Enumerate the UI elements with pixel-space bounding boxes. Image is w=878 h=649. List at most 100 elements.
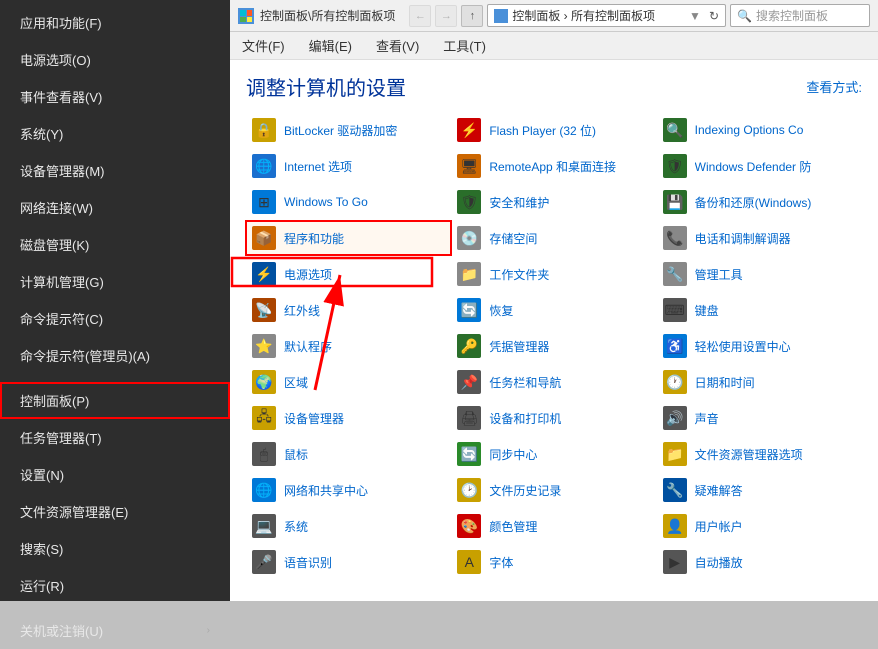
- menu-item-system[interactable]: 系统(Y): [0, 115, 230, 152]
- view-mode[interactable]: 查看方式:: [806, 77, 862, 96]
- user-label: 用户帐户: [695, 518, 743, 535]
- grid-item-datetime[interactable]: 🕐日期和时间: [657, 365, 862, 399]
- grid-item-speech[interactable]: 🎤语音识别: [246, 545, 451, 579]
- grid-item-workfiles[interactable]: 📁 工作文件夹: [451, 257, 656, 291]
- breadcrumb-icon: [494, 9, 508, 23]
- grid-item-region[interactable]: 🌍区域: [246, 365, 451, 399]
- menu-item-label: 计算机管理(G): [20, 272, 104, 291]
- menu-item-apps[interactable]: 应用和功能(F): [0, 4, 230, 41]
- grid-item-network2[interactable]: 🌐网络和共享中心: [246, 473, 451, 507]
- grid-item-programs[interactable]: 📦程序和功能: [246, 221, 451, 255]
- menu-item-compmgr[interactable]: 计算机管理(G): [0, 263, 230, 300]
- grid-item-bitlocker[interactable]: 🔒BitLocker 驱动器加密: [246, 113, 451, 147]
- internet-label: Internet 选项: [284, 158, 352, 175]
- grid-item-fileres[interactable]: 📁文件资源管理器选项: [657, 437, 862, 471]
- remoteapp-label: RemoteApp 和桌面连接: [489, 158, 616, 175]
- datetime-label: 日期和时间: [695, 374, 755, 391]
- forward-button[interactable]: →: [435, 5, 457, 27]
- items-grid: 🔒BitLocker 驱动器加密⚡Flash Player (32 位) 🔍 Ind…: [246, 113, 862, 579]
- menu-item-diskmgr[interactable]: 磁盘管理(K): [0, 226, 230, 263]
- grid-item-user[interactable]: 👤用户帐户: [657, 509, 862, 543]
- windefend-label: Windows Defender 防: [695, 158, 812, 175]
- grid-item-backup[interactable]: 💾备份和还原(Windows): [657, 185, 862, 219]
- ease-icon: ♿: [663, 334, 687, 358]
- grid-item-windefend[interactable]: 🛡 Windows Defender 防: [657, 149, 862, 183]
- menu-item-event[interactable]: 事件查看器(V): [0, 78, 230, 115]
- grid-item-filehist[interactable]: 🕑文件历史记录: [451, 473, 656, 507]
- menubar-item-tools[interactable]: 工具(T): [439, 34, 490, 57]
- network2-label: 网络和共享中心: [284, 482, 368, 499]
- sync-icon: 🔄: [457, 442, 481, 466]
- indexing-icon: 🔍: [663, 118, 687, 142]
- search-bar[interactable]: 🔍 搜索控制面板: [730, 4, 870, 27]
- grid-item-autoplay[interactable]: ▶自动播放: [657, 545, 862, 579]
- menubar-item-edit[interactable]: 编辑(E): [305, 34, 356, 57]
- menu-item-network[interactable]: 网络连接(W): [0, 189, 230, 226]
- grid-item-trouble[interactable]: 🔧疑难解答: [657, 473, 862, 507]
- flash-label: Flash Player (32 位): [489, 122, 596, 139]
- grid-item-font[interactable]: A字体: [451, 545, 656, 579]
- menubar-item-view[interactable]: 查看(V): [372, 34, 423, 57]
- menu-item-power[interactable]: 电源选项(O): [0, 41, 230, 78]
- menu-item-explorer[interactable]: 文件资源管理器(E): [0, 493, 230, 530]
- devmgr2-label: 设备管理器: [284, 410, 344, 427]
- recover-icon: 🔄: [457, 298, 481, 322]
- grid-item-cred[interactable]: 🔑凭据管理器: [451, 329, 656, 363]
- grid-item-infrared[interactable]: 📡红外线: [246, 293, 451, 327]
- grid-item-internet[interactable]: 🌐Internet 选项: [246, 149, 451, 183]
- grid-item-phone[interactable]: 📞电话和调制解调器: [657, 221, 862, 255]
- grid-item-system2[interactable]: 💻系统: [246, 509, 451, 543]
- grid-item-poweropts[interactable]: ⚡电源选项: [246, 257, 451, 291]
- refresh-icon[interactable]: ↻: [709, 9, 719, 23]
- grid-item-taskbarnav[interactable]: 📌任务栏和导航: [451, 365, 656, 399]
- menu-item-control[interactable]: 控制面板(P): [0, 382, 230, 419]
- grid-item-sync[interactable]: 🔄同步中心: [451, 437, 656, 471]
- indexing-label: Indexing Options Co: [695, 123, 804, 137]
- region-icon: 🌍: [252, 370, 276, 394]
- workfiles-label: 工作文件夹: [489, 266, 549, 283]
- grid-item-default[interactable]: ⭐默认程序: [246, 329, 451, 363]
- grid-item-color[interactable]: 🎨颜色管理: [451, 509, 656, 543]
- breadcrumb-bar[interactable]: 控制面板 › 所有控制面板项 ▼ ↻: [487, 4, 726, 27]
- grid-item-keyboard[interactable]: ⌨键盘: [657, 293, 862, 327]
- grid-item-flash[interactable]: ⚡Flash Player (32 位): [451, 113, 656, 147]
- backup-icon: 💾: [663, 190, 687, 214]
- workfiles-icon: 📁: [457, 262, 481, 286]
- grid-item-ease[interactable]: ♿ 轻松使用设置中心: [657, 329, 862, 363]
- grid-item-sound[interactable]: 🔊声音: [657, 401, 862, 435]
- up-button[interactable]: ↑: [461, 5, 483, 27]
- grid-item-wintogo[interactable]: ⊞Windows To Go: [246, 185, 451, 219]
- dropdown-icon: ▼: [689, 9, 701, 23]
- menu-item-cmd-admin[interactable]: 命令提示符(管理员)(A): [0, 337, 230, 374]
- grid-item-security[interactable]: 🛡安全和维护: [451, 185, 656, 219]
- infrared-label: 红外线: [284, 302, 320, 319]
- back-button[interactable]: ←: [409, 5, 431, 27]
- menu-item-label: 运行(R): [20, 576, 64, 595]
- windefend-icon: 🛡: [663, 154, 687, 178]
- grid-item-indexing[interactable]: 🔍 Indexing Options Co: [657, 113, 862, 147]
- font-label: 字体: [489, 554, 513, 571]
- menu-item-label: 设备管理器(M): [20, 161, 105, 180]
- menu-item-devmgr[interactable]: 设备管理器(M): [0, 152, 230, 189]
- search-icon: 🔍: [737, 9, 752, 23]
- menubar-item-file[interactable]: 文件(F): [238, 34, 289, 57]
- grid-item-devmgr2[interactable]: 🖧设备管理器: [246, 401, 451, 435]
- system2-icon: 💻: [252, 514, 276, 538]
- menu-item-settings[interactable]: 设置(N): [0, 456, 230, 493]
- grid-item-storage[interactable]: 💿存储空间: [451, 221, 656, 255]
- grid-item-remoteapp[interactable]: 🖥RemoteApp 和桌面连接: [451, 149, 656, 183]
- menu-item-search[interactable]: 搜索(S): [0, 530, 230, 567]
- menu-item-taskmgr[interactable]: 任务管理器(T): [0, 419, 230, 456]
- recover-label: 恢复: [489, 302, 513, 319]
- ease-label: 轻松使用设置中心: [695, 338, 791, 355]
- speech-icon: 🎤: [252, 550, 276, 574]
- grid-item-devprint[interactable]: 🖨设备和打印机: [451, 401, 656, 435]
- grid-item-managetools[interactable]: 🔧管理工具: [657, 257, 862, 291]
- grid-item-recover[interactable]: 🔄 恢复: [451, 293, 656, 327]
- menu-item-run[interactable]: 运行(R): [0, 567, 230, 604]
- menu-item-cmd[interactable]: 命令提示符(C): [0, 300, 230, 337]
- menu-item-shutdown[interactable]: 关机或注销(U)›: [0, 612, 230, 649]
- grid-item-mouse[interactable]: 🖱鼠标: [246, 437, 451, 471]
- default-icon: ⭐: [252, 334, 276, 358]
- filehist-icon: 🕑: [457, 478, 481, 502]
